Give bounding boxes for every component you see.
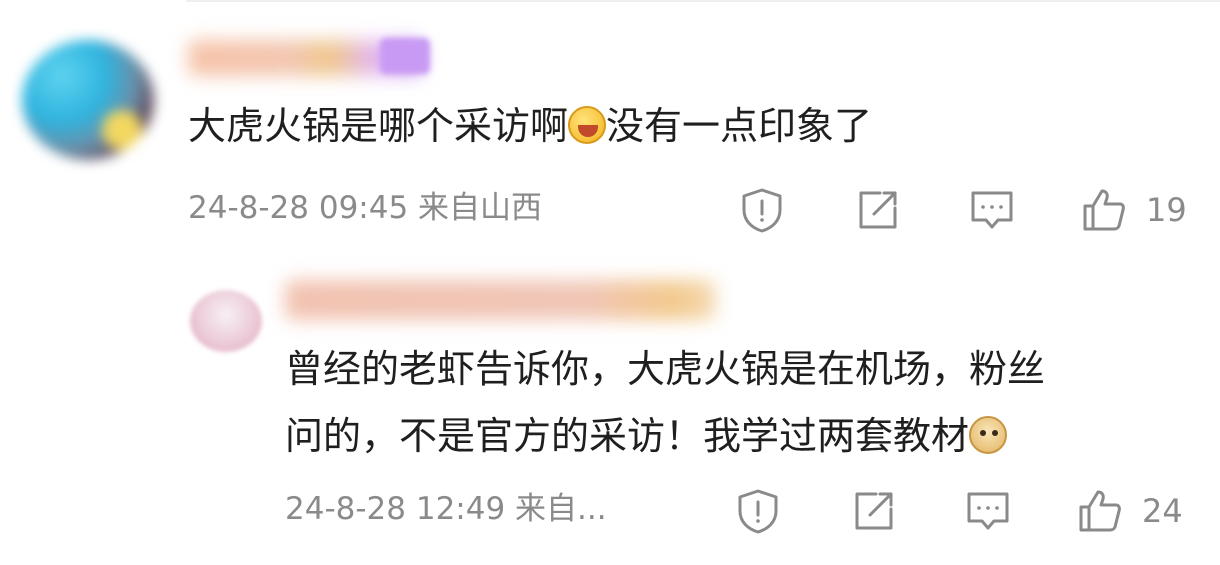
vip-badge	[380, 38, 430, 74]
location: 来自...	[515, 491, 607, 527]
reply-icon[interactable]	[968, 186, 1016, 234]
laughing-crying-emoji-icon	[568, 106, 607, 144]
timestamp: 24-8-28 09:45	[188, 190, 409, 226]
reply-text-line: 问的，不是官方的采访！我学过两套教材	[285, 416, 1008, 455]
divider	[186, 0, 1220, 2]
reply-text-line: 曾经的老虾告诉你，大虎火锅是在机场，粉丝	[285, 347, 1046, 391]
reply-icon[interactable]	[964, 487, 1012, 535]
report-icon[interactable]	[734, 487, 782, 535]
avatar[interactable]	[22, 40, 154, 160]
share-icon[interactable]	[854, 186, 902, 234]
share-icon[interactable]	[850, 487, 898, 535]
report-icon[interactable]	[738, 186, 786, 234]
like-icon[interactable]	[1080, 186, 1128, 234]
doge-emoji-icon	[969, 416, 1008, 454]
comment-meta: 24-8-28 09:45 来自山西	[188, 193, 542, 224]
username-blurred[interactable]	[285, 280, 715, 320]
like-count: 19	[1146, 191, 1187, 229]
location: 来自山西	[418, 190, 543, 226]
avatar[interactable]	[190, 290, 262, 352]
like-icon[interactable]	[1076, 487, 1124, 535]
like-count: 24	[1142, 492, 1183, 530]
reply-meta: 24-8-28 12:49 来自...	[285, 494, 607, 525]
comment-text: 大虎火锅是哪个采访啊 没有一点印象了	[188, 104, 873, 148]
timestamp: 24-8-28 12:49	[285, 491, 506, 527]
